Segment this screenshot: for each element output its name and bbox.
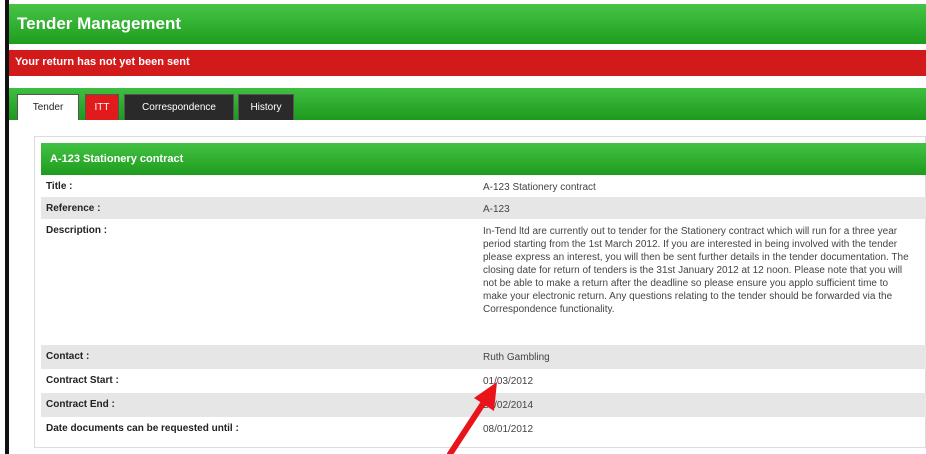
field-label: Contract Start :	[46, 375, 119, 386]
field-value: Ruth Gambling	[483, 352, 550, 363]
field-row-contract-end: Contract End : 28/02/2014	[41, 393, 926, 417]
field-value: In-Tend ltd are currently out to tender …	[483, 226, 909, 315]
field-label: Contact :	[46, 351, 90, 362]
field-row-description: Description : In-Tend ltd are currently …	[41, 219, 926, 345]
return-status-alert: Your return has not yet been sent	[9, 50, 926, 76]
field-label: Date documents can be requested until :	[46, 423, 239, 434]
tender-details-panel: A-123 Stationery contract Title : A-123 …	[34, 136, 926, 448]
field-label: Contract End :	[46, 399, 115, 410]
tab-history[interactable]: History	[238, 94, 294, 120]
field-label: Description :	[46, 225, 108, 236]
field-row-title: Title : A-123 Stationery contract	[41, 175, 926, 197]
tab-itt[interactable]: ITT	[85, 94, 119, 120]
tab-tender[interactable]: Tender	[17, 94, 79, 120]
panel-heading: A-123 Stationery contract	[41, 143, 926, 175]
field-label: Title :	[46, 181, 73, 192]
field-label: Reference :	[46, 203, 101, 214]
field-row-contact: Contact : Ruth Gambling	[41, 345, 926, 369]
field-value: A-123	[483, 204, 510, 215]
field-row-reference: Reference : A-123	[41, 197, 926, 219]
tab-correspondence[interactable]: Correspondence	[124, 94, 234, 120]
field-row-contract-start: Contract Start : 01/03/2012	[41, 369, 926, 393]
field-row-documents-until: Date documents can be requested until : …	[41, 417, 926, 443]
field-value: 28/02/2014	[483, 400, 534, 411]
app-window: Tender Management Your return has not ye…	[5, 0, 926, 454]
app-title: Tender Management	[9, 4, 926, 44]
field-value: 01/03/2012	[483, 376, 534, 387]
field-value: A-123 Stationery contract	[483, 182, 596, 193]
field-value: 08/01/2012	[483, 424, 534, 435]
tab-bar: Tender ITT Correspondence History	[9, 88, 926, 120]
